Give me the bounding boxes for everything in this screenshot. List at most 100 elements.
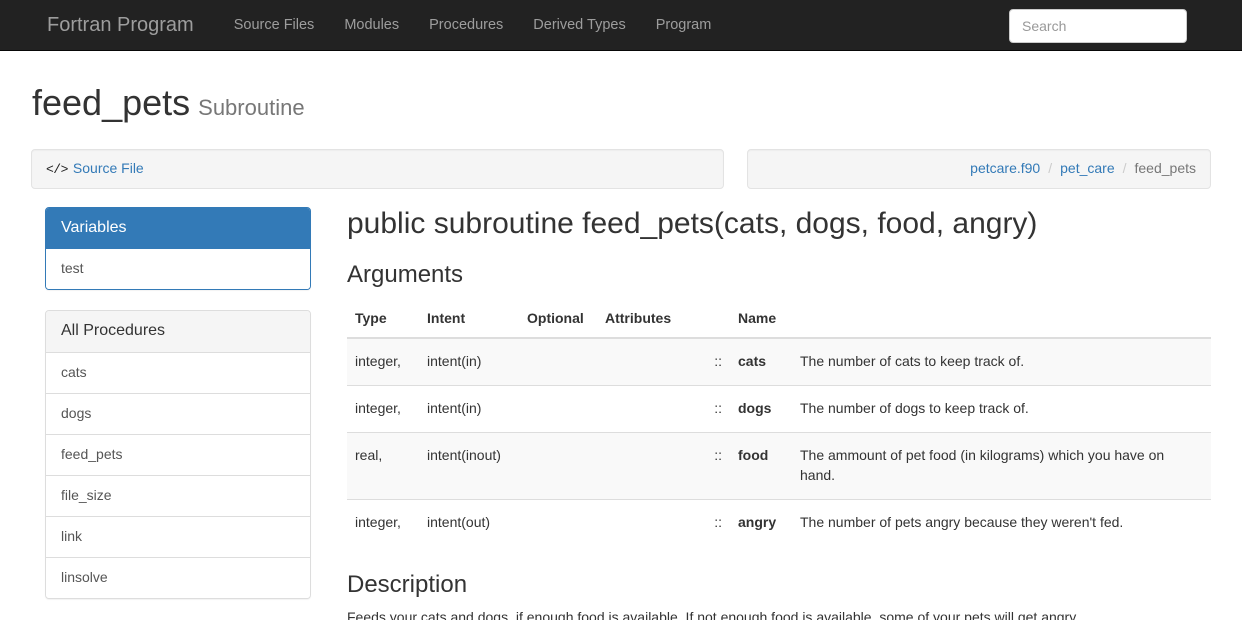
column-header-description — [792, 300, 1211, 339]
arguments-table-body: integer, intent(in) :: cats The number o… — [347, 337, 1211, 546]
cell-type: integer, — [347, 384, 419, 433]
nav-link-modules[interactable]: Modules — [329, 0, 414, 51]
procedure-link-feed-pets[interactable]: feed_pets — [61, 446, 123, 462]
cell-intent: intent(in) — [419, 384, 519, 433]
procedure-link-file-size[interactable]: file_size — [61, 487, 112, 503]
nav-item-program[interactable]: Program — [641, 0, 727, 51]
cell-name: food — [730, 431, 792, 500]
table-row: integer, intent(in) :: dogs The number o… — [347, 384, 1211, 433]
procedure-link-cats[interactable]: cats — [61, 364, 87, 380]
cell-optional — [519, 384, 597, 433]
page-subtitle: Subroutine — [198, 95, 305, 120]
column-header-separator — [702, 300, 730, 339]
cell-type: integer, — [347, 498, 419, 546]
procedure-link-dogs[interactable]: dogs — [61, 405, 91, 421]
arguments-table-head: Type Intent Optional Attributes Name — [347, 300, 1211, 339]
cell-description: The number of pets angry because they we… — [792, 498, 1211, 546]
nav-item-modules[interactable]: Modules — [329, 0, 414, 51]
cell-optional — [519, 337, 597, 386]
column-header-type: Type — [347, 300, 419, 339]
all-procedures-panel: All Procedures cats dogs feed_pets file_… — [45, 310, 311, 599]
arguments-table: Type Intent Optional Attributes Name int… — [347, 300, 1211, 546]
breadcrumb-link-file[interactable]: petcare.f90 — [970, 159, 1040, 179]
all-procedures-panel-title: All Procedures — [61, 322, 166, 340]
cell-description: The number of cats to keep track of. — [792, 337, 1211, 386]
list-item[interactable]: linsolve — [46, 556, 310, 598]
cell-type: real, — [347, 431, 419, 500]
source-file-label: Source File — [72, 160, 144, 177]
table-row: real, intent(inout) :: food The ammount … — [347, 431, 1211, 500]
code-icon: </> — [46, 162, 68, 178]
breadcrumb-item-file[interactable]: petcare.f90 — [970, 159, 1040, 179]
navbar-search-form — [1009, 9, 1187, 43]
cell-name: dogs — [730, 384, 792, 433]
breadcrumb-column: petcare.f90 / pet_care / feed_pets — [747, 149, 1211, 190]
cell-optional — [519, 498, 597, 546]
cell-intent: intent(out) — [419, 498, 519, 546]
breadcrumb-divider-1: / — [1040, 159, 1060, 179]
variables-panel-heading: Variables — [46, 208, 310, 250]
cell-attributes — [597, 384, 702, 433]
variables-panel-title: Variables — [61, 219, 127, 237]
cell-intent: intent(in) — [419, 337, 519, 386]
column-header-name: Name — [730, 300, 792, 339]
table-row: integer, intent(in) :: cats The number o… — [347, 337, 1211, 386]
cell-attributes — [597, 337, 702, 386]
table-row: integer, intent(out) :: angry The number… — [347, 498, 1211, 546]
breadcrumb: petcare.f90 / pet_care / feed_pets — [762, 159, 1196, 179]
list-item[interactable]: test — [46, 249, 310, 290]
nav-item-source-files[interactable]: Source Files — [219, 0, 330, 51]
procedure-link-linsolve[interactable]: linsolve — [61, 569, 108, 585]
cell-separator: :: — [702, 431, 730, 500]
page-container: feed_pets Subroutine </> Source File petca… — [31, 51, 1211, 620]
navbar-brand[interactable]: Fortran Program — [32, 15, 209, 35]
all-procedures-list: cats dogs feed_pets file_size link linso… — [46, 353, 310, 598]
variables-list: test — [46, 249, 310, 290]
table-header-row: Type Intent Optional Attributes Name — [347, 300, 1211, 339]
cell-name: angry — [730, 498, 792, 546]
description-text: Feeds your cats and dogs, if enough food… — [347, 609, 1080, 620]
list-item[interactable]: cats — [46, 353, 310, 393]
list-item[interactable]: link — [46, 515, 310, 557]
list-item[interactable]: file_size — [46, 474, 310, 516]
nav-link-derived-types[interactable]: Derived Types — [518, 0, 640, 51]
column-header-intent: Intent — [419, 300, 519, 339]
navbar-links: Source Files Modules Procedures Derived … — [219, 0, 727, 51]
breadcrumb-separator: / — [1048, 160, 1053, 177]
variables-panel: Variables test — [45, 207, 311, 291]
cell-optional — [519, 431, 597, 500]
cell-separator: :: — [702, 498, 730, 546]
cell-attributes — [597, 431, 702, 500]
column-header-attributes: Attributes — [597, 300, 702, 339]
arguments-heading: Arguments — [347, 261, 464, 289]
breadcrumb-item-current: feed_pets — [1134, 160, 1197, 177]
breadcrumb-item-module[interactable]: pet_care — [1060, 159, 1114, 179]
main-content: public subroutine feed_pets(cats, dogs, … — [341, 207, 1211, 620]
source-file-column: </> Source File — [31, 149, 724, 190]
breadcrumb-well: petcare.f90 / pet_care / feed_pets — [747, 149, 1211, 190]
list-item[interactable]: dogs — [46, 392, 310, 434]
page-title: feed_pets — [32, 82, 191, 123]
nav-link-source-files[interactable]: Source Files — [219, 0, 330, 51]
nav-link-program[interactable]: Program — [641, 0, 727, 51]
breadcrumb-link-module[interactable]: pet_care — [1060, 159, 1114, 179]
cell-description: The number of dogs to keep track of. — [792, 384, 1211, 433]
top-navbar: Fortran Program Source Files Modules Pro… — [0, 0, 1242, 51]
cell-type: integer, — [347, 337, 419, 386]
nav-item-derived-types[interactable]: Derived Types — [518, 0, 640, 51]
description-heading: Description — [347, 570, 468, 598]
cell-separator: :: — [702, 384, 730, 433]
source-file-well: </> Source File — [31, 149, 724, 190]
variable-link-test[interactable]: test — [61, 260, 84, 276]
breadcrumb-separator: / — [1122, 160, 1127, 177]
procedure-link-link[interactable]: link — [61, 528, 82, 544]
source-file-link[interactable]: </> Source File — [46, 159, 144, 180]
search-input[interactable] — [1009, 9, 1187, 43]
column-header-optional: Optional — [519, 300, 597, 339]
cell-attributes — [597, 498, 702, 546]
breadcrumb-divider-2: / — [1115, 159, 1135, 179]
nav-link-procedures[interactable]: Procedures — [414, 0, 518, 51]
list-item[interactable]: feed_pets — [46, 433, 310, 475]
nav-item-procedures[interactable]: Procedures — [414, 0, 518, 51]
meta-row: </> Source File petcare.f90 / pet_care / … — [31, 149, 1211, 190]
